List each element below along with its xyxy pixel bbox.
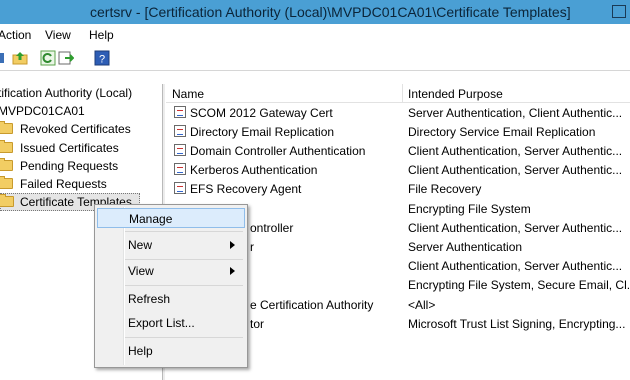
table-row[interactable]: SCOM 2012 Gateway Cert Server Authentica… — [166, 103, 630, 122]
table-row[interactable]: EFS Recovery Agent File Recovery — [166, 179, 630, 198]
menu-item-manage[interactable]: Manage — [97, 208, 245, 228]
folder-icon — [0, 121, 13, 134]
folder-icon — [0, 140, 13, 153]
submenu-arrow-icon — [230, 241, 235, 249]
table-row[interactable]: Kerberos Authentication Client Authentic… — [166, 160, 630, 179]
menu-item-refresh[interactable]: Refresh — [97, 289, 245, 309]
certificate-template-icon — [174, 106, 186, 118]
menu-item-export-list[interactable]: Export List... — [97, 313, 245, 333]
refresh-icon[interactable] — [40, 50, 56, 66]
column-header-purpose[interactable]: Intended Purpose — [402, 84, 630, 102]
toolbar: ? — [0, 46, 630, 71]
menu-help[interactable]: Help — [89, 28, 114, 42]
folder-icon — [0, 194, 14, 207]
menu-item-help[interactable]: Help — [97, 341, 245, 361]
folder-icon — [0, 176, 13, 189]
column-header-name[interactable]: Name — [166, 84, 403, 102]
context-menu: Manage New View Refresh Export List... H… — [94, 204, 248, 368]
folder-icon — [0, 158, 13, 171]
submenu-arrow-icon — [230, 267, 235, 275]
menu-action[interactable]: Action — [0, 28, 31, 42]
menu-item-view[interactable]: View — [97, 261, 245, 281]
up-folder-icon[interactable] — [12, 50, 28, 66]
certificate-template-icon — [174, 182, 186, 194]
menu-bar: Action View Help — [0, 24, 630, 46]
menu-item-new[interactable]: New — [97, 235, 245, 255]
help-icon[interactable]: ? — [94, 50, 110, 66]
table-row[interactable]: Domain Controller Authentication Client … — [166, 141, 630, 160]
title-bar: certsrv - [Certification Authority (Loca… — [0, 0, 630, 24]
certificate-template-icon — [174, 144, 186, 156]
menu-view[interactable]: View — [45, 28, 71, 42]
svg-text:?: ? — [99, 54, 105, 66]
window-title: certsrv - [Certification Authority (Loca… — [90, 4, 571, 20]
restore-button[interactable] — [612, 5, 626, 18]
table-row[interactable]: Directory Email Replication Directory Se… — [166, 122, 630, 141]
certificate-template-icon — [174, 125, 186, 137]
export-icon[interactable] — [58, 50, 74, 66]
certificate-template-icon — [174, 163, 186, 175]
